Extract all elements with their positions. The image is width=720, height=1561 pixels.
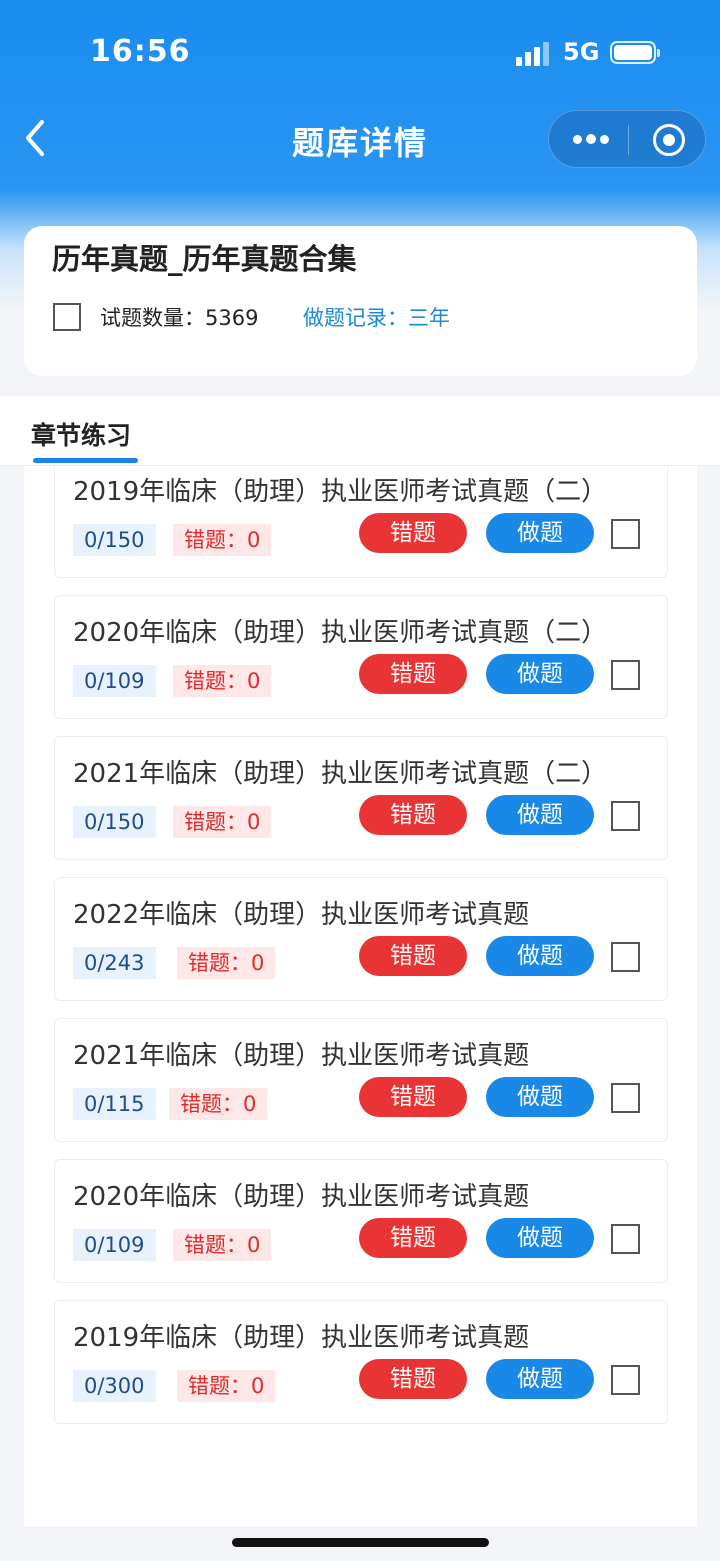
status-bar: 16:56 5G — [0, 0, 720, 100]
list-item: 2020年临床（助理）执业医师考试真题（二） 0/109 错题：0 错题 做题 — [54, 595, 668, 719]
wrong-questions-button[interactable]: 错题 — [359, 1077, 467, 1117]
progress-badge: 0/115 — [73, 1088, 156, 1120]
item-checkbox[interactable] — [611, 1083, 640, 1113]
do-questions-button[interactable]: 做题 — [486, 795, 594, 835]
list-item: 2019年临床（助理）执业医师考试真题（二） 0/150 错题：0 错题 做题 — [54, 466, 668, 578]
mini-program-capsule — [548, 110, 706, 168]
list-item: 2019年临床（助理）执业医师考试真题 0/300 错题：0 错题 做题 — [54, 1300, 668, 1424]
do-questions-button[interactable]: 做题 — [486, 654, 594, 694]
progress-badge: 0/243 — [73, 947, 156, 979]
wrong-questions-button[interactable]: 错题 — [359, 936, 467, 976]
question-bank-title: 历年真题_历年真题合集 — [52, 242, 357, 276]
item-title: 2021年临床（助理）执业医师考试真题（二） — [73, 759, 608, 789]
wrong-count-badge: 错题：0 — [173, 1229, 272, 1261]
question-bank-info-card: 历年真题_历年真题合集 试题数量：5369 做题记录：三年 — [24, 226, 697, 376]
item-checkbox[interactable] — [611, 1224, 640, 1254]
progress-badge: 0/150 — [73, 806, 156, 838]
tab-chapter-practice[interactable]: 章节练习 — [31, 416, 131, 452]
item-title: 2022年临床（助理）执业医师考试真题 — [73, 900, 530, 930]
progress-badge: 0/300 — [73, 1370, 156, 1402]
wrong-questions-button[interactable]: 错题 — [359, 654, 467, 694]
item-title: 2020年临床（助理）执业医师考试真题（二） — [73, 618, 608, 648]
list-item: 2022年临床（助理）执业医师考试真题 0/243 错题：0 错题 做题 — [54, 877, 668, 1001]
nav-bar: 题库详情 — [0, 100, 720, 180]
do-questions-button[interactable]: 做题 — [486, 513, 594, 553]
wrong-count-badge: 错题：0 — [169, 1088, 268, 1120]
more-icon[interactable] — [573, 133, 609, 147]
item-title: 2021年临床（助理）执业医师考试真题 — [73, 1041, 530, 1071]
list-item: 2020年临床（助理）执业医师考试真题 0/109 错题：0 错题 做题 — [54, 1159, 668, 1283]
active-tab-indicator — [33, 458, 138, 463]
practice-record-link[interactable]: 做题记录：三年 — [303, 302, 450, 332]
wrong-count-badge: 错题：0 — [173, 665, 272, 697]
wrong-questions-button[interactable]: 错题 — [359, 1359, 467, 1399]
item-title: 2019年临床（助理）执业医师考试真题 — [73, 1323, 530, 1353]
wrong-count-badge: 错题：0 — [173, 806, 272, 838]
chapter-list: 2019年临床（助理）执业医师考试真题（二） 0/150 错题：0 错题 做题 … — [24, 466, 697, 1526]
do-questions-button[interactable]: 做题 — [486, 1077, 594, 1117]
wrong-count-badge: 错题：0 — [177, 947, 276, 979]
wrong-questions-button[interactable]: 错题 — [359, 1218, 467, 1258]
tab-bar: 章节练习 — [0, 396, 720, 466]
do-questions-button[interactable]: 做题 — [486, 1359, 594, 1399]
home-indicator — [232, 1538, 489, 1547]
do-questions-button[interactable]: 做题 — [486, 936, 594, 976]
wrong-count-badge: 错题：0 — [177, 1370, 276, 1402]
progress-badge: 0/150 — [73, 524, 156, 556]
wrong-questions-button[interactable]: 错题 — [359, 513, 467, 553]
item-title: 2020年临床（助理）执业医师考试真题 — [73, 1182, 530, 1212]
network-type: 5G — [563, 38, 600, 66]
wrong-questions-button[interactable]: 错题 — [359, 795, 467, 835]
item-checkbox[interactable] — [611, 660, 640, 690]
progress-badge: 0/109 — [73, 665, 156, 697]
select-all-checkbox[interactable] — [53, 303, 81, 331]
signal-icon — [516, 40, 552, 66]
list-item: 2021年临床（助理）执业医师考试真题（二） 0/150 错题：0 错题 做题 — [54, 736, 668, 860]
item-checkbox[interactable] — [611, 942, 640, 972]
wrong-count-badge: 错题：0 — [173, 524, 272, 556]
question-count: 试题数量：5369 — [100, 306, 259, 330]
list-item: 2021年临床（助理）执业医师考试真题 0/115 错题：0 错题 做题 — [54, 1018, 668, 1142]
do-questions-button[interactable]: 做题 — [486, 1218, 594, 1258]
item-checkbox[interactable] — [611, 519, 640, 549]
item-title: 2019年临床（助理）执业医师考试真题（二） — [73, 477, 608, 507]
close-mini-program-icon[interactable] — [653, 124, 685, 156]
item-checkbox[interactable] — [611, 1365, 640, 1395]
battery-icon — [610, 41, 660, 64]
progress-badge: 0/109 — [73, 1229, 156, 1261]
item-checkbox[interactable] — [611, 801, 640, 831]
status-time: 16:56 — [90, 34, 191, 69]
